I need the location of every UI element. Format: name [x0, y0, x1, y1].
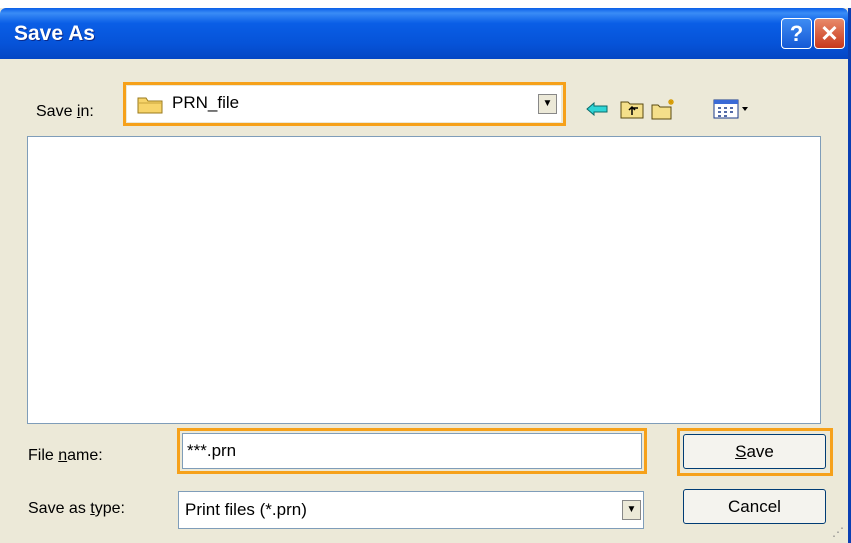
chevron-down-icon[interactable]: ▼	[622, 500, 641, 520]
dialog-title: Save As	[14, 22, 95, 45]
save-as-type-value: Print files (*.prn)	[185, 500, 307, 519]
close-button[interactable]: ✕	[814, 18, 845, 49]
back-arrow-icon[interactable]	[583, 95, 611, 123]
save-in-folder-name: PRN_file	[172, 93, 240, 112]
file-name-input[interactable]: ***.prn	[182, 433, 642, 469]
save-as-dialog: Save As ? ✕ Save in: PRN_file ▼ File nam…	[0, 8, 851, 543]
file-list[interactable]	[27, 136, 821, 424]
save-in-label: Save in:	[36, 103, 94, 120]
save-in-dropdown[interactable]: PRN_file ▼	[127, 86, 561, 122]
views-menu-icon[interactable]	[712, 95, 754, 123]
new-folder-icon[interactable]	[650, 95, 678, 123]
save-button[interactable]: Save	[683, 434, 826, 469]
resize-grip-icon[interactable]: ⋰	[832, 525, 844, 539]
help-button[interactable]: ?	[781, 18, 812, 49]
file-name-label: File name:	[28, 447, 103, 464]
file-name-value: ***.prn	[187, 441, 237, 460]
chevron-down-icon[interactable]: ▼	[538, 94, 557, 114]
title-bar[interactable]: Save As ? ✕	[0, 8, 848, 59]
save-as-type-label: Save as type:	[28, 500, 125, 517]
save-as-type-dropdown[interactable]: Print files (*.prn) ▼	[178, 491, 644, 529]
folder-icon	[137, 94, 163, 119]
cancel-button[interactable]: Cancel	[683, 489, 826, 524]
up-folder-icon[interactable]	[618, 95, 646, 123]
